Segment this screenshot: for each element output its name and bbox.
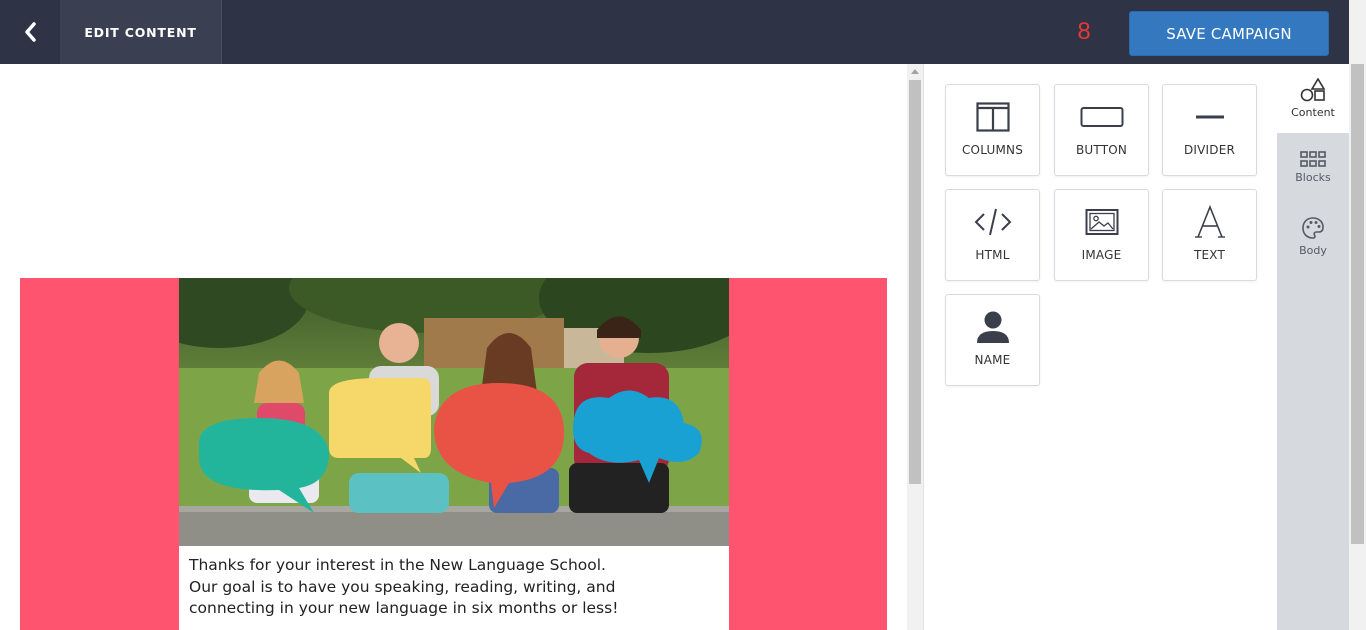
back-button[interactable] [0, 0, 60, 64]
tool-name[interactable]: NAME [945, 294, 1040, 386]
tab-label: Content [1291, 106, 1335, 119]
tool-html[interactable]: HTML [945, 189, 1040, 281]
tab-label: Body [1299, 244, 1327, 257]
divider-icon [1163, 95, 1256, 139]
tab-label: Blocks [1295, 171, 1331, 184]
page-scrollbar-thumb[interactable] [1351, 64, 1364, 544]
tool-label: IMAGE [1081, 248, 1122, 262]
email-body-text[interactable]: Thanks for your interest in the New Lang… [189, 555, 719, 620]
save-campaign-button[interactable]: SAVE CAMPAIGN [1129, 11, 1329, 56]
tool-button[interactable]: BUTTON [1054, 84, 1149, 176]
content-tools-panel: COLUMNS BUTTON DIVIDER HTML IMAGE TEXT N… [925, 64, 1277, 630]
grid-icon [1300, 151, 1326, 167]
email-text-line: connecting in your new language in six m… [189, 599, 619, 617]
tab-blocks[interactable]: Blocks [1277, 133, 1349, 202]
tool-label: COLUMNS [961, 143, 1024, 157]
top-bar: EDIT CONTENT 8 SAVE CAMPAIGN [0, 0, 1366, 64]
scroll-up-arrow-icon[interactable] [911, 69, 919, 74]
tool-label: NAME [974, 353, 1011, 367]
button-icon [1055, 95, 1148, 139]
page-scrollbar-top [1349, 0, 1366, 64]
tool-columns[interactable]: COLUMNS [945, 84, 1040, 176]
tool-label: TEXT [1193, 248, 1226, 262]
code-icon [946, 200, 1039, 244]
side-tabs: Content Blocks Body [1277, 64, 1349, 630]
shapes-icon [1300, 78, 1326, 102]
email-canvas[interactable]: Thanks for your interest in the New Lang… [0, 64, 907, 630]
tool-label: BUTTON [1075, 143, 1128, 157]
tool-label: DIVIDER [1183, 143, 1236, 157]
email-content-block[interactable]: Thanks for your interest in the New Lang… [179, 278, 729, 630]
tool-divider[interactable]: DIVIDER [1162, 84, 1257, 176]
scrollbar-thumb[interactable] [909, 80, 921, 484]
tool-image[interactable]: IMAGE [1054, 189, 1149, 281]
tool-text[interactable]: TEXT [1162, 189, 1257, 281]
hero-photo [179, 278, 729, 546]
tab-body[interactable]: Body [1277, 202, 1349, 271]
email-text-line: Our goal is to have you speaking, readin… [189, 577, 616, 596]
image-icon [1055, 200, 1148, 244]
columns-icon [946, 95, 1039, 139]
tool-label: HTML [975, 248, 1010, 262]
change-counter: 8 [1077, 18, 1091, 45]
chevron-left-icon [25, 22, 36, 42]
palette-icon [1302, 217, 1324, 239]
page-scrollbar[interactable] [1349, 64, 1366, 630]
tab-content[interactable]: Content [1277, 64, 1349, 133]
canvas-scrollbar[interactable] [907, 64, 924, 630]
hero-image[interactable] [179, 278, 729, 546]
text-icon [1163, 200, 1256, 244]
email-text-line: Thanks for your interest in the New Lang… [189, 556, 606, 574]
user-icon [946, 305, 1039, 349]
page-title: EDIT CONTENT [60, 0, 222, 64]
